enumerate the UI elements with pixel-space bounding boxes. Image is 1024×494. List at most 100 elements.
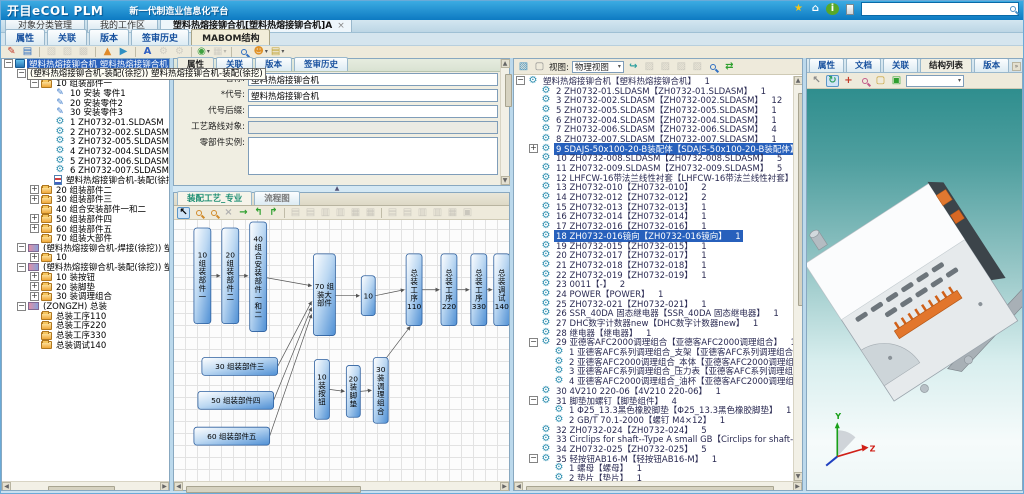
scroll-down-icon[interactable]: ▼ [501,176,510,185]
scroll-right-icon[interactable]: ▶ [793,482,802,491]
flow-node[interactable]: 总装工序330 [471,254,487,326]
zoom-in-icon[interactable] [192,207,205,219]
paste-link-icon[interactable]: ▩ [77,46,90,58]
process-tree-item[interactable]: −(塑料热熔接铆合机-焊接(徐挖)) 塑料热熔接铆合机-焊接(徐挖) [2,243,169,253]
flow-node[interactable]: 总装工序220 [441,254,457,326]
flow-node[interactable]: 10组装部件一 [194,228,211,324]
report-icon[interactable]: ▢ [533,61,546,73]
collapse-icon[interactable]: − [529,396,538,405]
flow-node[interactable]: 总装工序110 [406,254,422,326]
process-icon[interactable]: ⚙ [157,46,170,58]
form-tab-approval-history[interactable]: 签审历史 [294,57,348,71]
flow-node[interactable]: 40组合安装部件一和二 [250,222,267,332]
align-top-icon[interactable]: ▤ [289,207,302,219]
delete-icon[interactable]: × [222,207,235,219]
ribbon-tab-approval-history[interactable]: 签审历史 [131,29,189,45]
code-suffix-field[interactable] [248,105,498,118]
flow-connector[interactable] [274,308,312,401]
collapse-icon[interactable]: − [17,263,26,272]
flow-connector[interactable] [267,278,312,286]
select-cursor-icon[interactable]: ↖ [810,75,823,87]
bom-hscrollbar[interactable]: ◀ ▶ [514,481,802,490]
distribute-v-icon[interactable]: ▤ [401,207,414,219]
scroll-up-icon[interactable]: ▲ [501,59,510,68]
edit-icon[interactable]: ✎ [5,46,18,58]
column2-icon[interactable]: ▨ [691,61,704,73]
flow-node[interactable]: 20组装部件二 [222,228,239,324]
flow-connector[interactable] [375,290,404,296]
expand-icon[interactable]: + [30,224,39,233]
form-vscrollbar[interactable]: ▲ ▼ [500,59,509,185]
search-input[interactable] [864,3,1010,15]
flow-connector[interactable] [360,390,371,391]
expand-icon[interactable]: + [30,185,39,194]
collapse-icon[interactable]: − [529,338,538,347]
viewer-tab-versions[interactable]: 版本 [974,58,1009,72]
viewer-tab-properties[interactable]: 属性 [809,58,844,72]
connector-down-icon[interactable]: ↱ [267,207,280,219]
expand-icon[interactable]: + [30,253,39,262]
tab-assembly-process[interactable]: 装配工艺_专业 [177,191,252,205]
search-icon[interactable] [1010,6,1016,12]
ribbon-tab-properties[interactable]: 属性 [5,29,45,45]
scroll-thumb[interactable] [48,486,115,491]
expand-icon[interactable]: + [529,144,538,153]
refresh-icon[interactable]: ⇄ [723,61,736,73]
find-icon[interactable] [707,61,720,73]
link-icon[interactable]: ▧ [45,46,58,58]
import-icon[interactable]: ▲ [101,46,114,58]
connector-icon[interactable]: → [237,207,250,219]
expand-all-icon[interactable]: ▧ [517,61,530,73]
annotate-icon[interactable]: A [141,46,154,58]
info-icon[interactable]: i [826,3,839,15]
flow-node[interactable]: 10装按钮 [314,359,329,419]
compare-icon[interactable]: ↪ [627,61,640,73]
align-middle-icon[interactable]: ▦ [364,207,377,219]
viewer-tab-structure-list[interactable]: 结构列表 [920,58,972,72]
align-right-icon[interactable]: ▥ [334,207,347,219]
ribbon-tab-versions[interactable]: 版本 [89,29,129,45]
expand-icon[interactable]: + [30,214,39,223]
scroll-left-icon[interactable]: ◀ [2,482,11,491]
zoom-out-icon[interactable] [207,207,220,219]
scroll-right-icon[interactable]: ▶ [160,482,169,491]
save-icon[interactable]: ▤ [21,46,34,58]
collapse-icon[interactable]: − [4,59,13,68]
tab-flow-diagram[interactable]: 流程图 [254,191,300,205]
sort-icon[interactable]: ▨ [659,61,672,73]
home-icon[interactable]: ⌂ [809,3,822,15]
copy-link-icon[interactable]: ▨ [61,46,74,58]
bom-tree-item[interactable]: ⚙2 垫片【垫片】 1 [514,473,793,481]
scroll-right-icon[interactable]: ▶ [500,482,509,491]
viewer-tab-documents[interactable]: 文档 [846,58,881,72]
rotate-icon[interactable]: ↻ [826,75,839,87]
distribute-h-icon[interactable]: ▤ [386,207,399,219]
flow-connector[interactable] [329,389,344,391]
fit-page-icon[interactable]: ▣ [461,207,474,219]
expand-icon[interactable]: + [30,282,39,291]
scroll-thumb[interactable] [526,486,774,491]
exit-icon[interactable] [843,3,856,15]
expand-icon[interactable]: + [30,292,39,301]
select-cursor-icon[interactable]: ↖ [177,207,190,219]
export-icon[interactable]: ▶ [117,46,130,58]
flow-node[interactable]: 60 组装部件五 [194,427,270,445]
same-width-icon[interactable]: ▥ [416,207,429,219]
code-field[interactable] [248,89,498,102]
column-icon[interactable]: ▨ [675,61,688,73]
align-left-icon[interactable]: ▥ [319,207,332,219]
align-bottom-icon[interactable]: ▤ [304,207,317,219]
scroll-up-icon[interactable]: ▲ [794,76,803,85]
fit-view-icon[interactable]: ▣ [890,75,903,87]
scroll-thumb[interactable] [798,93,803,306]
collapse-icon[interactable]: − [17,302,26,311]
scroll-thumb[interactable] [186,486,360,493]
flow-node[interactable]: 70 组装大部件 [313,254,335,336]
flow-node[interactable]: 30 组装部件三 [202,357,278,375]
flow-node[interactable]: 总装调试140 [494,254,509,326]
view-select[interactable]: 物理视图▾ [572,61,624,73]
flow-connector[interactable] [278,302,312,367]
collapse-arrow-icon[interactable]: ▲ [335,185,340,192]
scroll-left-icon[interactable]: ◀ [174,482,183,491]
expand-icon[interactable]: + [30,195,39,204]
